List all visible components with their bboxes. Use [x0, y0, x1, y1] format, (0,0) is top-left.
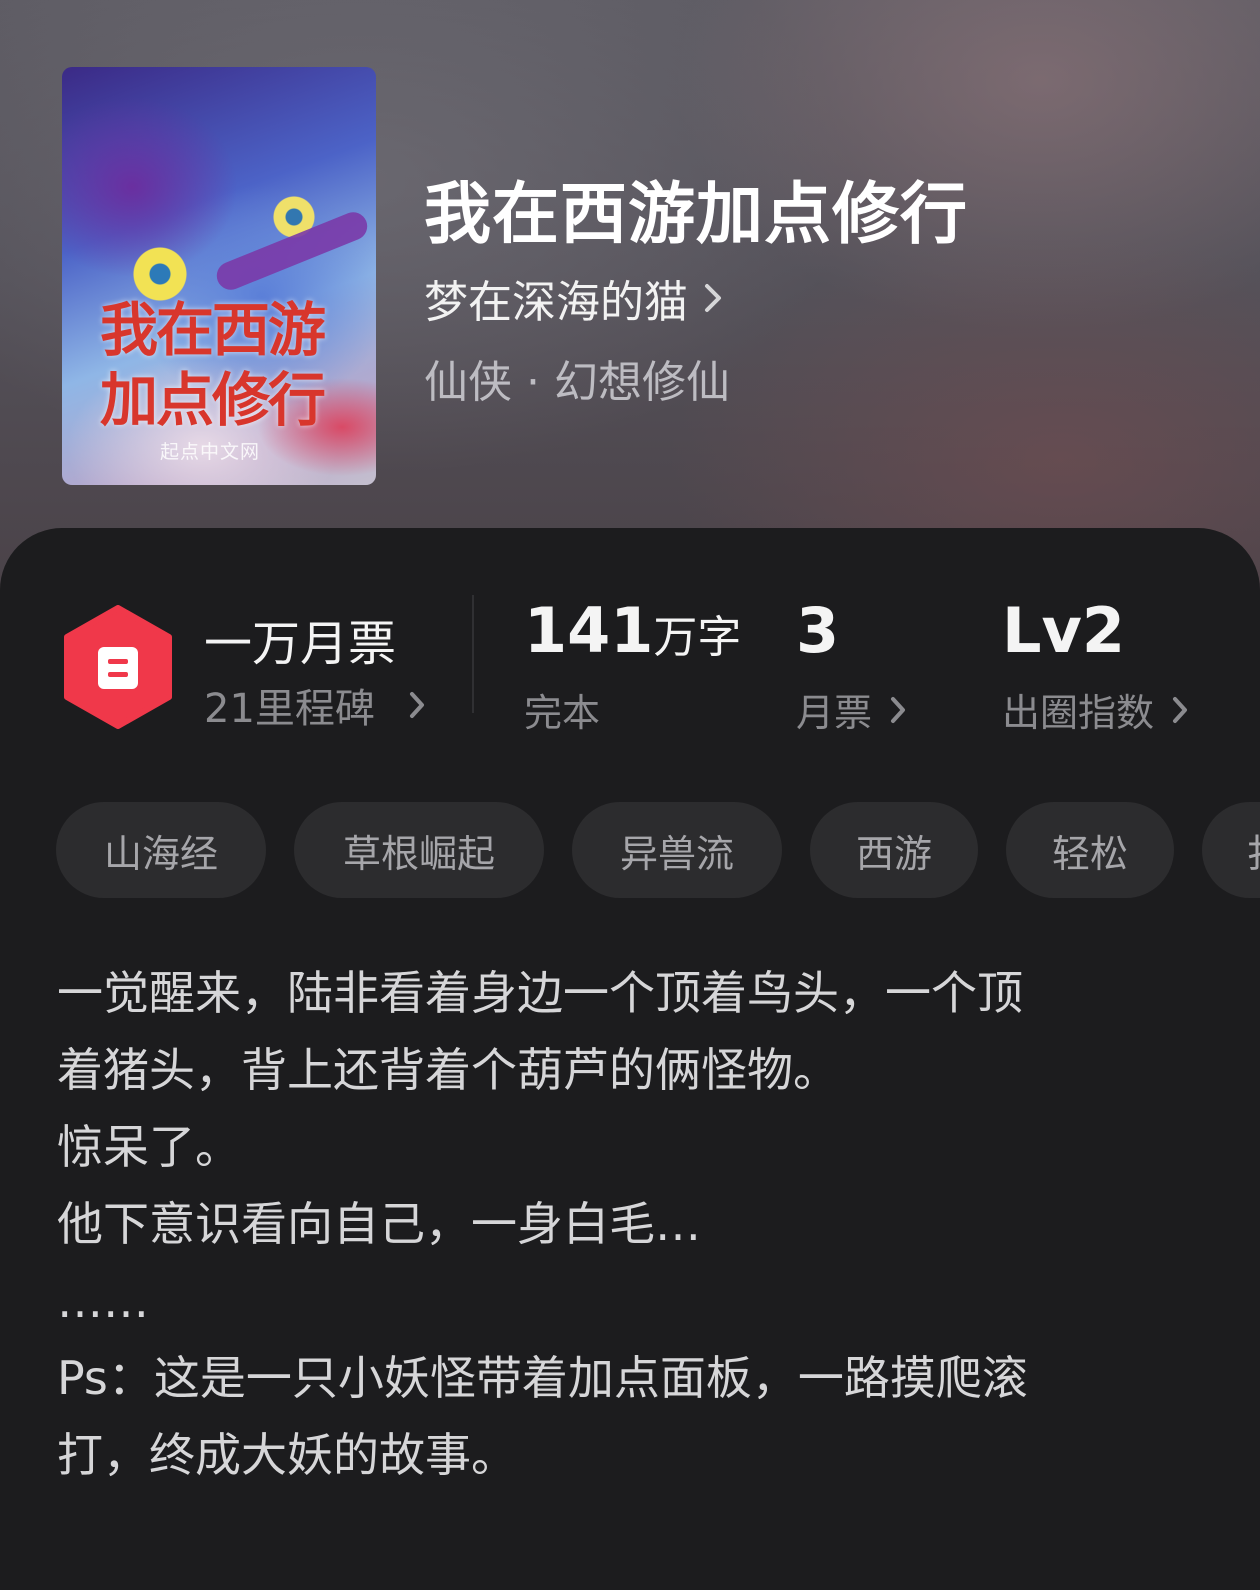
monthly-ticket-label: 月票: [796, 691, 873, 735]
tag-chip[interactable]: 轻松: [1006, 802, 1174, 898]
chevron-right-icon: [1172, 696, 1188, 724]
author-link[interactable]: 梦在深海的猫: [424, 266, 722, 330]
synopsis-line: ……: [57, 1274, 149, 1328]
tag-chip[interactable]: 扌: [1202, 802, 1260, 898]
completion-status: 完本: [524, 691, 601, 735]
cover-publisher: 起点中文网: [160, 441, 261, 463]
tag-chip[interactable]: 异兽流: [572, 802, 782, 898]
tag-chip[interactable]: 草根崛起: [294, 802, 544, 898]
synopsis[interactable]: 一觉醒来，陆非看着身边一个顶着鸟头，一个顶 着猪头，背上还背着个葫芦的俩怪物。 …: [57, 955, 1237, 1494]
chevron-right-icon: [409, 691, 425, 719]
chevron-right-icon: [704, 283, 722, 313]
cover-title: 我在西游 加点修行: [100, 295, 360, 435]
cover-art: [212, 208, 372, 294]
tag-row: 山海经 草根崛起 异兽流 西游 轻松 扌: [56, 802, 1260, 898]
synopsis-line: 一觉醒来，陆非看着身边一个顶着鸟头，一个顶: [57, 966, 1023, 1020]
word-count-value: 141: [524, 594, 654, 667]
book-title: 我在西游加点修行: [424, 174, 968, 253]
book-genre: 仙侠 · 幻想修仙: [424, 357, 730, 408]
ticket-badge-icon[interactable]: [62, 605, 174, 729]
chevron-right-icon: [890, 696, 906, 724]
synopsis-line: 着猪头，背上还背着个葫芦的俩怪物。: [57, 1043, 839, 1097]
synopsis-line: 惊呆了。: [57, 1120, 241, 1174]
cover-title-line1: 我在西游: [100, 296, 326, 364]
monthly-ticket-count: 3: [796, 594, 840, 667]
milestone-link[interactable]: 21里程碑: [204, 676, 425, 734]
tickets-title: 一万月票: [204, 616, 397, 672]
monthly-ticket-link[interactable]: 月票: [796, 682, 906, 737]
book-cover[interactable]: 我在西游 加点修行 起点中文网: [62, 67, 376, 485]
popularity-index-label: 出圈指数: [1002, 691, 1155, 735]
synopsis-line: 他下意识看向自己，一身白毛…: [57, 1197, 701, 1251]
tag-chip[interactable]: 西游: [810, 802, 978, 898]
word-count: 141万字: [524, 594, 741, 667]
popularity-index-link[interactable]: 出圈指数: [1002, 682, 1188, 737]
milestone-label: 21里程碑: [204, 686, 375, 732]
popularity-level: Lv2: [1002, 594, 1126, 667]
cover-title-line2: 加点修行: [100, 366, 326, 434]
tag-chip[interactable]: 山海经: [56, 802, 266, 898]
word-count-unit: 万字: [653, 612, 742, 663]
synopsis-line: 打，终成大妖的故事。: [57, 1428, 517, 1482]
synopsis-line: Ps：这是一只小妖怪带着加点面板，一路摸爬滚: [57, 1351, 1028, 1405]
stats-divider: [472, 595, 474, 713]
author-name: 梦在深海的猫: [424, 277, 688, 328]
